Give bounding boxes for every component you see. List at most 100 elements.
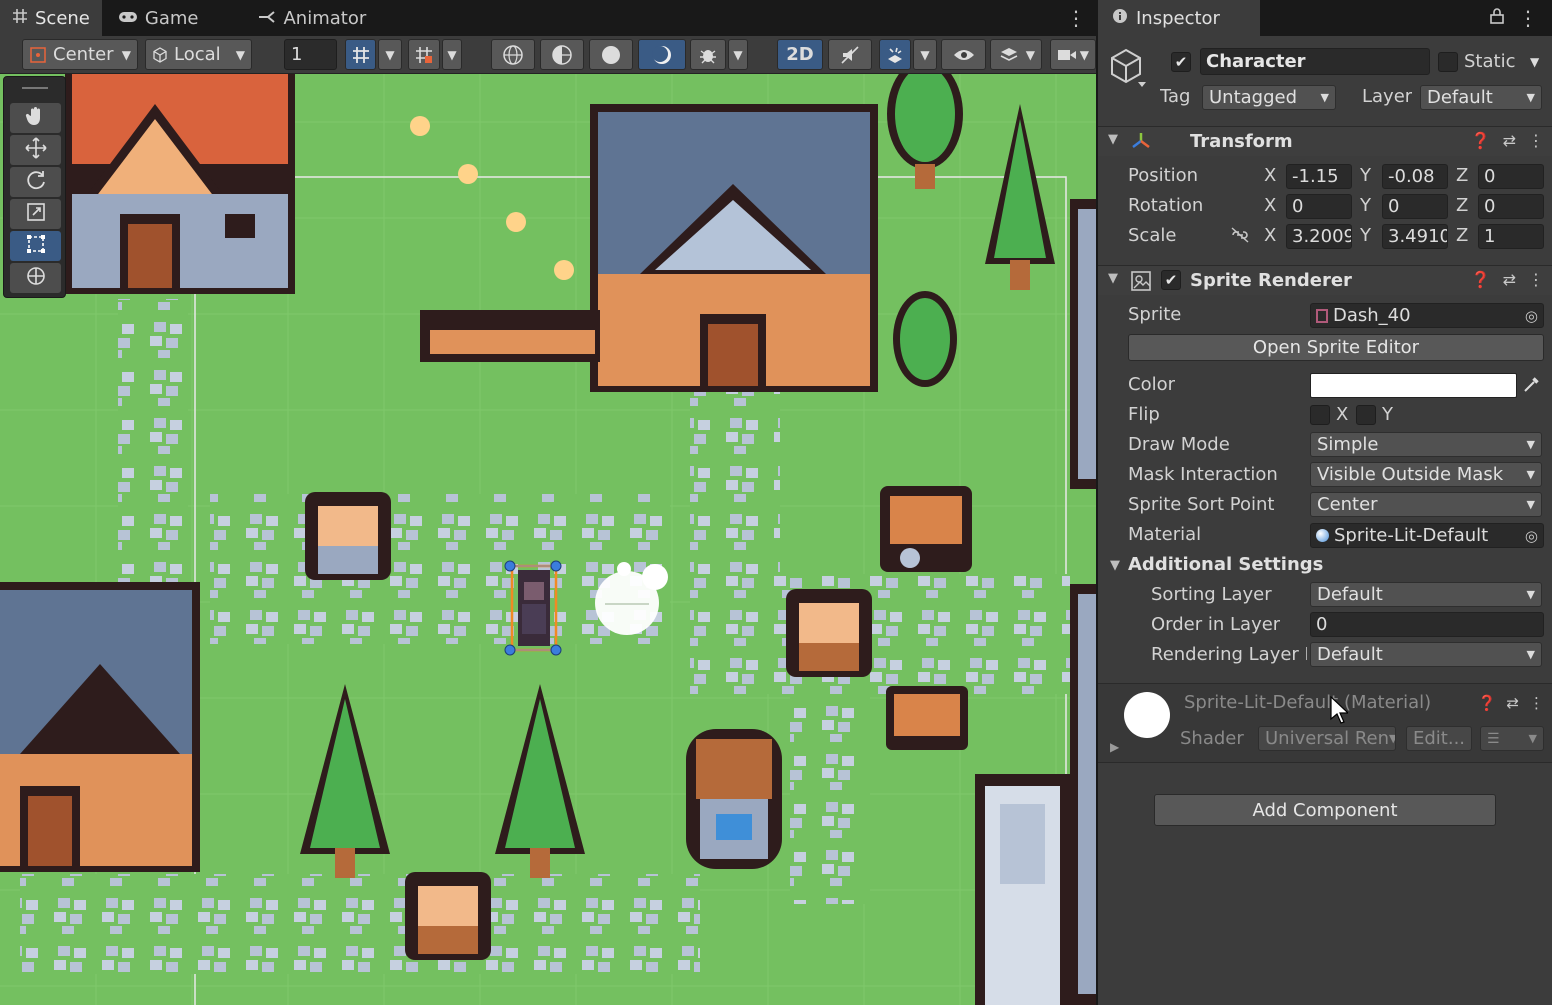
constrain-proportions-icon[interactable] <box>1230 227 1250 248</box>
scene-more-icon[interactable]: ⋮ <box>1056 0 1096 36</box>
eyedropper-icon[interactable] <box>1522 374 1542 399</box>
tab-scene[interactable]: Scene <box>0 0 102 36</box>
color-swatch[interactable] <box>1310 373 1517 398</box>
draw-mode-shaded-button[interactable] <box>589 39 633 70</box>
rendering-layer-mask-dropdown[interactable]: Default ▼ <box>1310 642 1542 667</box>
lighting-toggle[interactable] <box>638 39 686 70</box>
static-dropdown-chevron-icon[interactable]: ▼ <box>1530 55 1539 69</box>
sprite-sort-point-dropdown[interactable]: Center ▼ <box>1310 492 1542 517</box>
sprite-renderer-header[interactable]: ▼ ✔ Sprite Renderer ❓ ⇄ ⋮ <box>1098 265 1552 295</box>
static-checkbox[interactable] <box>1438 52 1458 72</box>
order-in-layer-field[interactable]: 0 <box>1310 612 1544 637</box>
scale-icon <box>25 201 47 228</box>
grid-snap-options[interactable]: ▼ <box>378 39 402 70</box>
component-menu-icon[interactable]: ⋮ <box>1528 131 1544 150</box>
chevron-down-icon: ▼ <box>920 47 930 62</box>
shader-options-dropdown[interactable]: ☰ ▼ <box>1480 726 1544 751</box>
tab-animator[interactable]: Animator <box>246 0 378 36</box>
rotation-x-field[interactable]: 0 <box>1286 194 1352 219</box>
transform-header[interactable]: ▼ Transform ❓ ⇄ ⋮ <box>1098 126 1552 156</box>
debug-toggle[interactable] <box>690 39 726 70</box>
draw-mode-dropdown[interactable]: Simple ▼ <box>1310 432 1542 457</box>
scene-toolbar: Center ▼ Local ▼ 1 ▼ ▼ ▼ 2D ▼ ▼ ▼ <box>0 36 1096 74</box>
presets-icon[interactable]: ⇄ <box>1503 131 1516 150</box>
position-x-field[interactable]: -1.15 <box>1286 164 1352 189</box>
open-sprite-editor-button[interactable]: Open Sprite Editor <box>1128 334 1544 361</box>
layer-value: Default <box>1427 87 1493 108</box>
rotate-tool-button[interactable] <box>10 167 61 197</box>
help-icon[interactable]: ❓ <box>1478 694 1497 712</box>
transform-tool-button[interactable] <box>10 263 61 293</box>
scale-tool-button[interactable] <box>10 199 61 229</box>
help-icon[interactable]: ❓ <box>1471 131 1491 150</box>
grid-snapping-toggle[interactable] <box>345 39 376 70</box>
effects-toggle[interactable] <box>879 39 911 70</box>
grid-snap-field[interactable]: 1 <box>284 39 337 70</box>
component-menu-icon[interactable]: ⋮ <box>1529 694 1544 712</box>
mask-interaction-value: Visible Outside Mask <box>1317 464 1504 485</box>
component-menu-icon[interactable]: ⋮ <box>1528 270 1544 289</box>
order-in-layer-value: 0 <box>1316 614 1328 635</box>
flip-y-checkbox[interactable] <box>1356 405 1376 425</box>
shader-dropdown[interactable]: Universal Ren▼ <box>1258 726 1396 751</box>
debug-options[interactable]: ▼ <box>728 39 748 70</box>
pivot-mode-dropdown[interactable]: Center ▼ <box>22 39 138 70</box>
audio-toggle[interactable] <box>828 39 872 70</box>
tab-game[interactable]: Game <box>106 0 211 36</box>
scale-z-axis: Z <box>1456 225 1469 246</box>
position-z-field[interactable]: 0 <box>1478 164 1544 189</box>
presets-icon[interactable]: ⇄ <box>1506 694 1519 712</box>
tab-inspector[interactable]: Inspector <box>1098 0 1260 36</box>
mask-interaction-dropdown[interactable]: Visible Outside Mask ▼ <box>1310 462 1542 487</box>
position-y-field[interactable]: -0.08 <box>1382 164 1448 189</box>
scale-z-field[interactable]: 1 <box>1478 224 1544 249</box>
scale-y-field[interactable]: 3.4910 <box>1382 224 1448 249</box>
presets-icon[interactable]: ⇄ <box>1503 270 1516 289</box>
inspector-more-icon[interactable]: ⋮ <box>1518 6 1538 30</box>
tag-dropdown[interactable]: Untagged ▼ <box>1202 85 1336 110</box>
move-tool-button[interactable] <box>10 135 61 165</box>
position-x-axis: X <box>1264 165 1277 186</box>
sorting-layer-value: Default <box>1317 584 1383 605</box>
mode-2d-toggle[interactable]: 2D <box>777 39 823 70</box>
shader-edit-button[interactable]: Edit... <box>1406 726 1472 751</box>
rotation-y-field[interactable]: 0 <box>1382 194 1448 219</box>
sprite-field[interactable]: Dash_40 ◎ <box>1310 303 1544 328</box>
foldout-arrow-icon[interactable]: ▶ <box>1110 740 1119 754</box>
move-icon <box>24 136 47 164</box>
hand-tool-button[interactable] <box>10 103 61 133</box>
palette-handle[interactable] <box>22 87 48 89</box>
pivot-rotation-dropdown[interactable]: Local ▼ <box>145 39 252 70</box>
layers-dropdown[interactable]: ▼ <box>990 39 1042 70</box>
grid-visibility-toggle[interactable] <box>408 39 440 70</box>
foldout-arrow-icon[interactable]: ▼ <box>1108 132 1118 147</box>
foldout-arrow-icon[interactable]: ▼ <box>1108 271 1118 286</box>
chevron-down-icon: ▼ <box>1025 47 1035 62</box>
rendering-layer-mask-value: Default <box>1317 644 1383 665</box>
rotation-z-field[interactable]: 0 <box>1478 194 1544 219</box>
scene-viewport[interactable] <box>0 74 1096 1005</box>
sorting-layer-dropdown[interactable]: Default ▼ <box>1310 582 1542 607</box>
object-picker-icon[interactable]: ◎ <box>1525 527 1538 545</box>
object-name-field[interactable]: Character <box>1200 48 1430 75</box>
flip-x-checkbox[interactable] <box>1310 405 1330 425</box>
rendering-layer-mask-label: Rendering Layer M <box>1151 644 1307 665</box>
layer-dropdown[interactable]: Default ▼ <box>1420 85 1542 110</box>
draw-mode-shaded-wire-button[interactable] <box>540 39 584 70</box>
object-picker-icon[interactable]: ◎ <box>1525 307 1538 325</box>
lock-icon[interactable] <box>1490 8 1504 28</box>
sprite-renderer-enabled-checkbox[interactable]: ✔ <box>1161 270 1181 290</box>
scale-x-field[interactable]: 3.2009 <box>1286 224 1352 249</box>
material-field[interactable]: Sprite-Lit-Default ◎ <box>1310 523 1544 548</box>
camera-dropdown[interactable]: ▼ <box>1050 39 1096 70</box>
active-checkbox[interactable]: ✔ <box>1171 52 1191 72</box>
foldout-arrow-icon[interactable]: ▼ <box>1110 558 1120 573</box>
scene-visibility-toggle[interactable] <box>941 39 986 70</box>
rect-tool-button[interactable] <box>10 231 61 261</box>
add-component-button[interactable]: Add Component <box>1154 794 1496 826</box>
draw-mode-wireframe-button[interactable] <box>491 39 535 70</box>
help-icon[interactable]: ❓ <box>1471 270 1491 289</box>
additional-settings-label[interactable]: Additional Settings <box>1128 554 1323 575</box>
grid-visibility-options[interactable]: ▼ <box>442 39 462 70</box>
effects-options[interactable]: ▼ <box>913 39 937 70</box>
